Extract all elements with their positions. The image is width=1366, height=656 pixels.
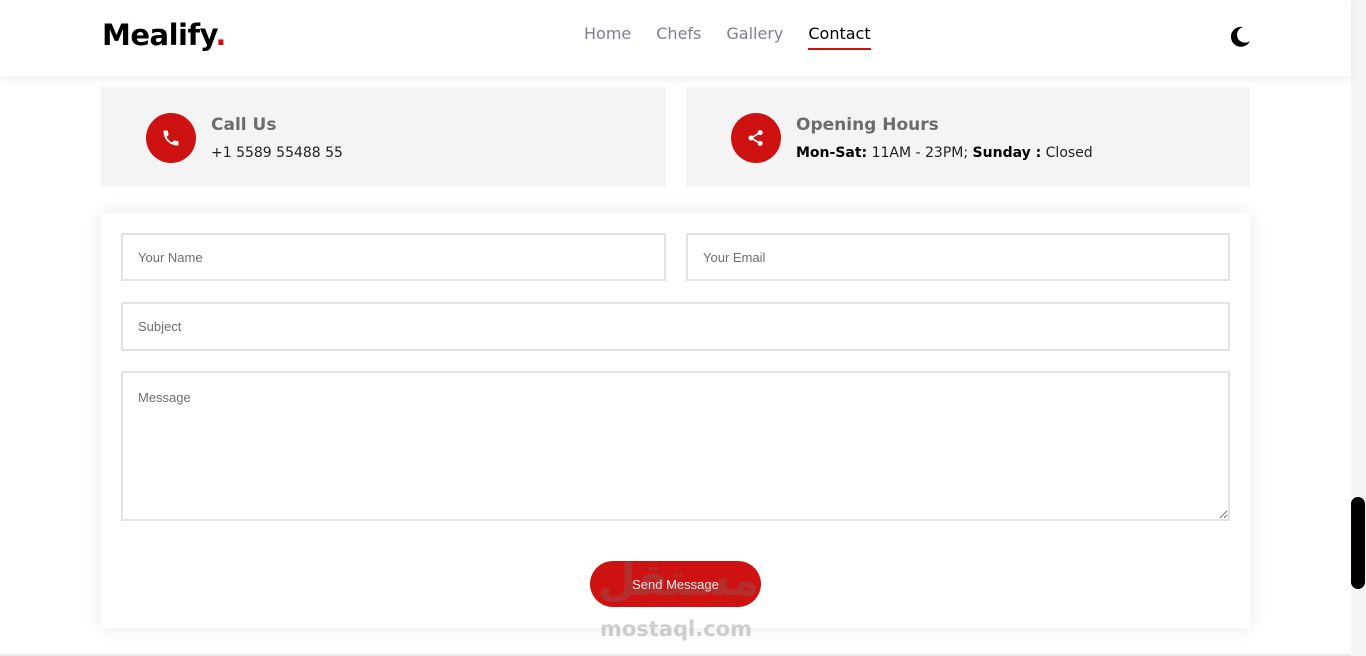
sunday-hours: Closed (1041, 145, 1093, 161)
phone-icon (146, 113, 196, 163)
sunday-label: Sunday : (972, 145, 1042, 161)
brand-logo[interactable]: Mealify. (102, 18, 226, 52)
opening-hours-text: Mon-Sat: 11AM - 23PM; Sunday : Closed (796, 145, 1093, 161)
main-nav: Home Chefs Gallery Contact (584, 24, 871, 50)
call-us-title: Call Us (211, 115, 277, 135)
email-field[interactable] (686, 233, 1230, 281)
message-field[interactable] (121, 371, 1230, 521)
name-field[interactable] (121, 233, 666, 281)
moon-icon[interactable] (1228, 25, 1252, 49)
nav-home[interactable]: Home (584, 24, 631, 50)
opening-hours-title: Opening Hours (796, 115, 939, 135)
nav-chefs[interactable]: Chefs (656, 24, 701, 50)
weekday-hours: 11AM - 23PM; (867, 145, 973, 161)
scrollbar-thumb[interactable] (1351, 497, 1365, 589)
send-message-button[interactable]: Send Message (590, 561, 761, 607)
nav-contact[interactable]: Contact (808, 24, 871, 50)
brand-dot: . (215, 18, 226, 52)
share-icon (731, 113, 781, 163)
brand-name: Mealify (102, 18, 216, 52)
call-us-card: Call Us +1 5589 55488 55 (101, 87, 666, 187)
weekday-label: Mon-Sat: (796, 145, 868, 161)
nav-gallery[interactable]: Gallery (726, 24, 783, 50)
phone-number: +1 5589 55488 55 (211, 145, 343, 161)
contact-form: Send Message (101, 213, 1250, 628)
site-header: Mealify. Home Chefs Gallery Contact (0, 0, 1351, 76)
opening-hours-card: Opening Hours Mon-Sat: 11AM - 23PM; Sund… (686, 87, 1250, 187)
subject-field[interactable] (121, 302, 1230, 351)
